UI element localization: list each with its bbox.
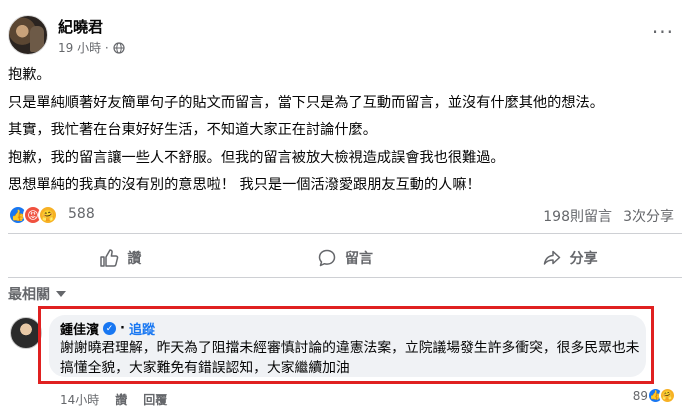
follow-button[interactable]: 追蹤 bbox=[129, 319, 155, 338]
post-line: 抱歉，我的留言讓一些人不舒服。但我的留言被放大檢視造成誤會我也很難過。 bbox=[8, 149, 505, 166]
comment-reaction-count: 89 bbox=[632, 388, 648, 403]
post-action-bar: 讚 留言 分享 bbox=[8, 239, 682, 277]
author-avatar[interactable] bbox=[8, 15, 48, 55]
verified-badge-icon: ✓ bbox=[103, 322, 117, 335]
reaction-icons[interactable]: 👍 😡 🤗 bbox=[8, 205, 58, 225]
comment-timestamp[interactable]: 14小時 bbox=[60, 391, 99, 408]
share-count[interactable]: 3次分享 bbox=[623, 206, 674, 226]
comment-label: 留言 bbox=[345, 251, 373, 267]
share-button[interactable]: 分享 bbox=[457, 239, 682, 277]
care-reaction-icon: 🤗 bbox=[38, 205, 58, 225]
comment-count[interactable]: 198則留言 bbox=[543, 206, 612, 226]
reaction-count[interactable]: 588 bbox=[68, 206, 95, 222]
like-label: 讚 bbox=[127, 251, 142, 267]
post-line: 抱歉。 bbox=[8, 67, 51, 83]
separator-dot: · bbox=[120, 321, 125, 336]
comment-reaction-icons: 👍 🤗 bbox=[647, 387, 676, 404]
comment-reactions[interactable]: 89 👍 🤗 bbox=[633, 387, 676, 404]
globe-icon bbox=[113, 41, 125, 54]
post-header: 紀曉君 19 小時 · ··· bbox=[8, 15, 682, 59]
post-body: 抱歉。 只是單純順著好友簡單句子的貼文而留言，當下只是為了互動而留言，並沒有什麼… bbox=[8, 62, 682, 200]
comments-filter-dropdown[interactable]: 最相關 bbox=[8, 284, 66, 304]
divider bbox=[8, 233, 682, 234]
like-button[interactable]: 讚 bbox=[8, 239, 233, 277]
post-line: 其實，我忙著在台東好好生活，不知道大家正在討論什麼。 bbox=[8, 122, 377, 138]
comments-filter-label: 最相關 bbox=[8, 287, 50, 303]
comment-header: 鍾佳濱 ✓ · 追蹤 bbox=[60, 319, 155, 338]
care-reaction-icon: 🤗 bbox=[659, 387, 676, 404]
post-meta: 19 小時 · bbox=[58, 39, 125, 56]
comment-button[interactable]: 留言 bbox=[233, 239, 458, 277]
post-line: 只是單純順著好友簡單句子的貼文而留言，當下只是為了互動而留言，並沒有什麼其他的想… bbox=[8, 94, 604, 111]
thumbs-up-icon bbox=[100, 249, 119, 267]
post-timestamp[interactable]: 19 小時 · bbox=[58, 39, 109, 56]
comment-bubble-icon bbox=[318, 249, 336, 267]
reactions-summary: 👍 😡 🤗 588 198則留言 3次分享 bbox=[8, 205, 682, 227]
post-author-name[interactable]: 紀曉君 bbox=[58, 16, 103, 37]
share-label: 分享 bbox=[569, 251, 598, 267]
comment-footer: 14小時 讚 回覆 bbox=[60, 391, 167, 408]
commenter-name[interactable]: 鍾佳濱 bbox=[60, 319, 99, 338]
more-options-button[interactable]: ··· bbox=[652, 22, 674, 42]
comment-reply-button[interactable]: 回覆 bbox=[143, 391, 167, 408]
post-line: 思想單純的我真的沒有別的意思啦！ 我只是一個活潑愛跟朋友互動的人嘛！ bbox=[8, 177, 481, 193]
divider bbox=[8, 277, 682, 278]
comment-text: 謝謝曉君理解，昨天為了阻擋未經審慎討論的違憲法案，立院議場發生許多衝突，很多民眾… bbox=[60, 340, 640, 376]
share-arrow-icon bbox=[543, 250, 560, 265]
caret-down-icon bbox=[56, 291, 66, 297]
comment-like-button[interactable]: 讚 bbox=[115, 391, 127, 408]
